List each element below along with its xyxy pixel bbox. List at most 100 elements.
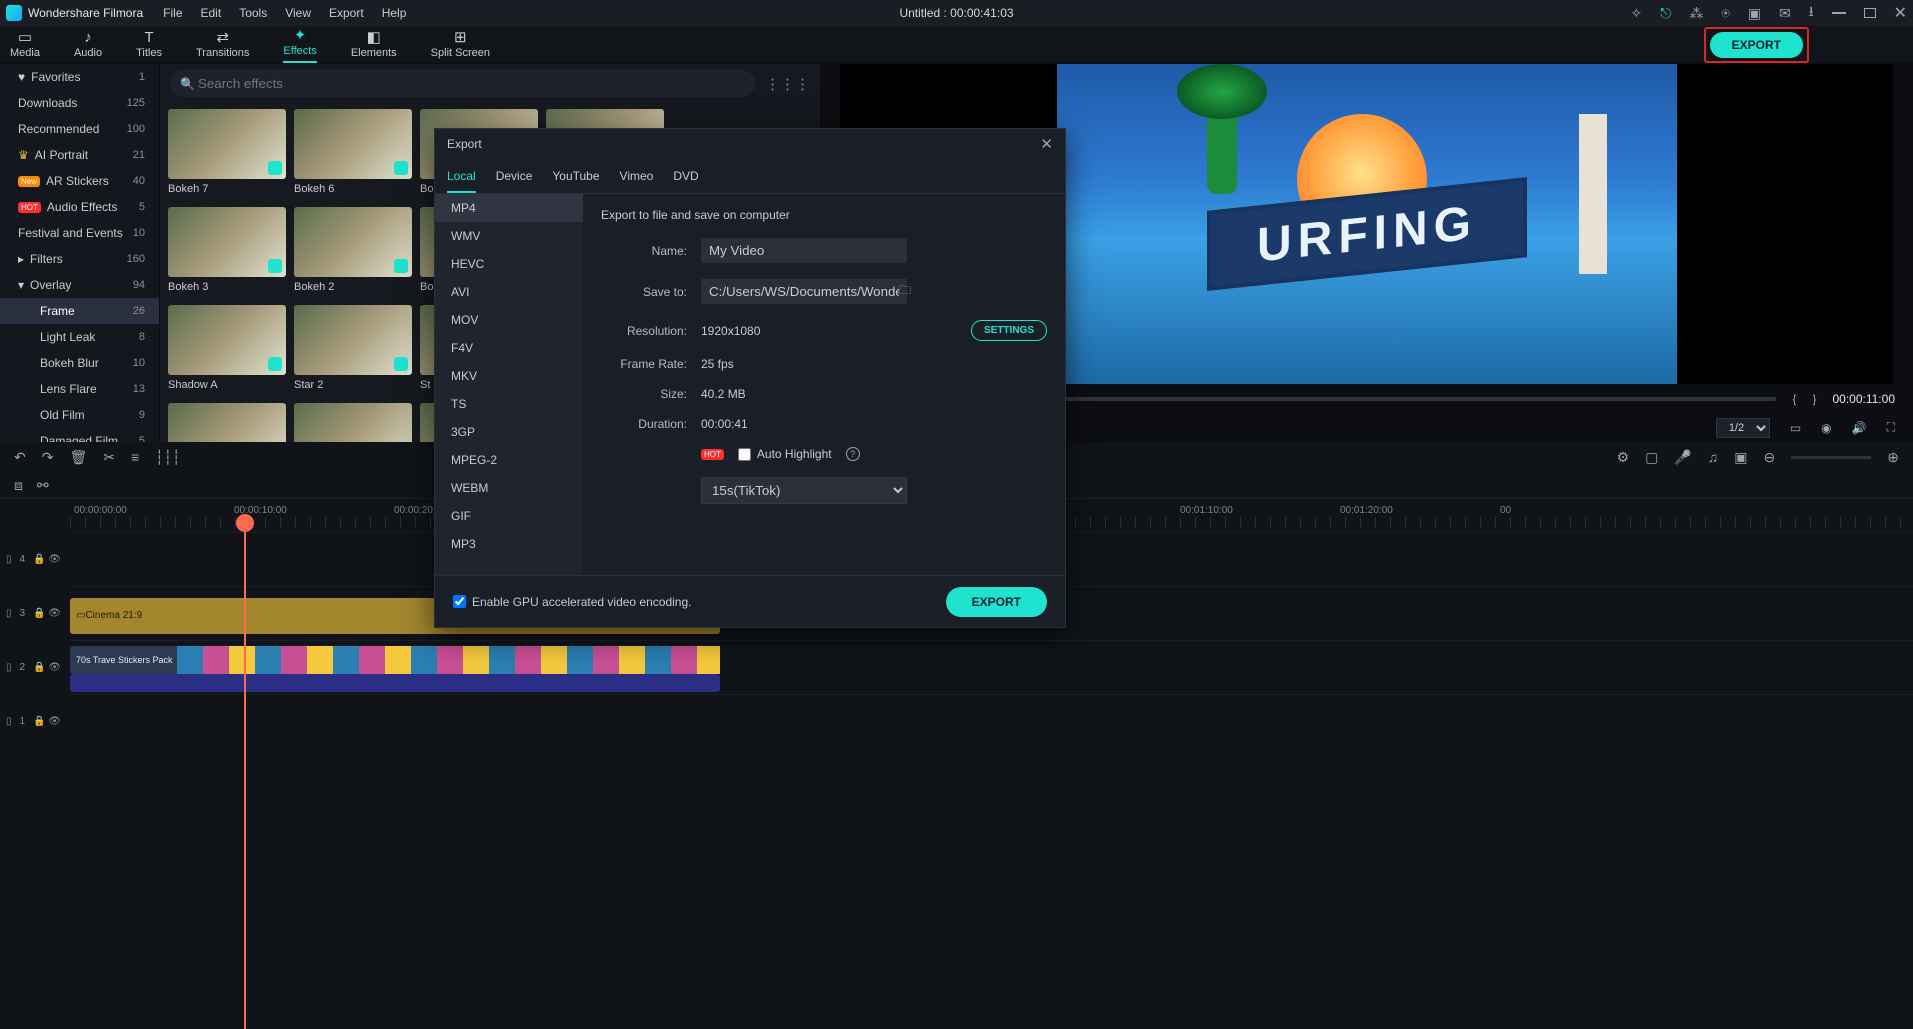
track-head[interactable]: ▯4 🔒 👁 — [0, 533, 66, 587]
format-mp4[interactable]: MP4 — [435, 194, 583, 222]
format-webm[interactable]: WEBM — [435, 474, 583, 502]
format-avi[interactable]: AVI — [435, 278, 583, 306]
effect-item[interactable] — [168, 403, 286, 442]
tab-elements[interactable]: ◧Elements — [351, 30, 397, 63]
modal-export-button[interactable]: EXPORT — [946, 587, 1047, 617]
saveto-input[interactable] — [701, 279, 907, 304]
download-icon[interactable] — [394, 357, 408, 371]
format-f4v[interactable]: F4V — [435, 334, 583, 362]
preview-zoom-select[interactable]: 1/2 — [1716, 418, 1770, 438]
music-icon[interactable]: ♫ — [1708, 449, 1719, 465]
sidebar-item-lens-flare[interactable]: Lens Flare13 — [0, 376, 159, 402]
effect-item[interactable] — [294, 403, 412, 442]
tab-splitscreen[interactable]: ⊞Split Screen — [431, 30, 490, 63]
format-mpeg-2[interactable]: MPEG-2 — [435, 446, 583, 474]
grid-view-icon[interactable]: ⋮⋮⋮ — [765, 75, 810, 93]
gpu-checkbox[interactable] — [453, 595, 466, 608]
menu-file[interactable]: File — [163, 6, 182, 20]
track-1[interactable]: ▯1 🔒 👁 — [70, 694, 1913, 748]
zoom-slider[interactable] — [1791, 456, 1871, 459]
format-ts[interactable]: TS — [435, 390, 583, 418]
mic-icon[interactable]: 🎤 — [1674, 449, 1691, 466]
export-button[interactable]: EXPORT — [1710, 32, 1803, 58]
save-icon[interactable]: ▣ — [1748, 5, 1761, 22]
clip-video[interactable]: 70s Trave Stickers Pack — [70, 646, 720, 674]
download-icon[interactable] — [394, 161, 408, 175]
audio-wave-icon[interactable]: ┆┆┆ — [155, 449, 180, 466]
modal-close-icon[interactable]: ✕ — [1040, 135, 1053, 153]
menu-edit[interactable]: Edit — [201, 6, 222, 20]
tab-audio[interactable]: ♪Audio — [74, 30, 102, 63]
search-input[interactable] — [170, 70, 755, 97]
sidebar-item-festival-and-events[interactable]: Festival and Events10 — [0, 220, 159, 246]
sidebar-item-damaged-film[interactable]: Damaged Film5 — [0, 428, 159, 442]
bracket-right-icon[interactable]: } — [1812, 392, 1816, 406]
link-icon[interactable]: ⚯ — [37, 477, 49, 494]
download-icon[interactable] — [394, 259, 408, 273]
redo-icon[interactable]: ↷ — [42, 449, 54, 466]
menu-export[interactable]: Export — [329, 6, 364, 20]
sidebar-item-ar-stickers[interactable]: NewAR Stickers40 — [0, 168, 159, 194]
format-mp3[interactable]: MP3 — [435, 530, 583, 558]
shield-icon[interactable]: ▢ — [1645, 449, 1658, 466]
sidebar-item-filters[interactable]: ▸Filters160 — [0, 246, 159, 272]
account-icon[interactable]: ⍟ — [1721, 5, 1729, 22]
effect-item[interactable]: Star 2 — [294, 305, 412, 397]
info-icon[interactable]: ? — [846, 447, 860, 461]
format-3gp[interactable]: 3GP — [435, 418, 583, 446]
format-wmv[interactable]: WMV — [435, 222, 583, 250]
message-icon[interactable]: ✉ — [1779, 5, 1791, 22]
sidebar-item-overlay[interactable]: ▾Overlay94 — [0, 272, 159, 298]
modal-tab-dvd[interactable]: DVD — [673, 163, 698, 193]
track-head[interactable]: ▯3 🔒 👁 — [0, 587, 66, 641]
snapshot-icon[interactable]: ◉ — [1821, 421, 1831, 435]
tab-media[interactable]: ▭Media — [10, 30, 40, 63]
bracket-left-icon[interactable]: { — [1792, 392, 1796, 406]
menu-tools[interactable]: Tools — [239, 6, 267, 20]
sidebar-item-recommended[interactable]: Recommended100 — [0, 116, 159, 142]
modal-tab-local[interactable]: Local — [447, 163, 476, 193]
effect-item[interactable]: Bokeh 6 — [294, 109, 412, 201]
crop-icon[interactable]: ▣ — [1734, 449, 1747, 466]
sidebar-item-downloads[interactable]: Downloads125 — [0, 90, 159, 116]
display-icon[interactable]: ▭ — [1790, 421, 1801, 435]
track-head[interactable]: ▯1 🔒 👁 — [0, 695, 66, 749]
modal-tab-youtube[interactable]: YouTube — [552, 163, 599, 193]
sidebar-item-frame[interactable]: Frame26 — [0, 298, 159, 324]
preset-select[interactable]: 15s(TikTok) — [701, 477, 907, 504]
format-gif[interactable]: GIF — [435, 502, 583, 530]
menu-view[interactable]: View — [285, 6, 311, 20]
adjust-icon[interactable]: ≡ — [131, 449, 139, 465]
support-icon[interactable]: ⎋ — [1660, 5, 1671, 22]
download-icon[interactable] — [268, 161, 282, 175]
sidebar-item-bokeh-blur[interactable]: Bokeh Blur10 — [0, 350, 159, 376]
idea-icon[interactable]: ✧ — [1631, 5, 1643, 22]
format-hevc[interactable]: HEVC — [435, 250, 583, 278]
window-minimize-icon[interactable] — [1832, 12, 1846, 14]
download-icon[interactable] — [268, 357, 282, 371]
snap-icon[interactable]: ⧈ — [14, 477, 23, 494]
effect-item[interactable]: Bokeh 7 — [168, 109, 286, 201]
folder-icon[interactable]: 🗀 — [899, 281, 911, 302]
undo-icon[interactable]: ↶ — [14, 449, 26, 466]
sidebar-item-ai-portrait[interactable]: ♛AI Portrait21 — [0, 142, 159, 168]
track-head[interactable]: ▯2 🔒 👁 — [0, 641, 66, 695]
sidebar-item-light-leak[interactable]: Light Leak8 — [0, 324, 159, 350]
modal-tab-device[interactable]: Device — [496, 163, 533, 193]
auto-highlight-checkbox[interactable] — [738, 448, 751, 461]
track-2[interactable]: ▯2 🔒 👁 70s Trave Stickers Pack — [70, 640, 1913, 694]
download-icon[interactable] — [268, 259, 282, 273]
clip-audio[interactable] — [70, 674, 720, 692]
window-close-icon[interactable]: ✕ — [1894, 3, 1907, 23]
sidebar-item-old-film[interactable]: Old Film9 — [0, 402, 159, 428]
fullscreen-icon[interactable]: ⛶ — [1887, 420, 1895, 435]
effect-item[interactable]: Shadow A — [168, 305, 286, 397]
format-mov[interactable]: MOV — [435, 306, 583, 334]
download-icon[interactable]: ⭳ — [1809, 1, 1814, 25]
settings-button[interactable]: SETTINGS — [971, 320, 1047, 341]
volume-icon[interactable]: 🔊 — [1852, 421, 1867, 435]
zoom-in-icon[interactable]: ⊕ — [1887, 449, 1899, 466]
delete-icon[interactable]: 🗑 — [69, 449, 87, 466]
sidebar-item-favorites[interactable]: ♥Favorites1 — [0, 64, 159, 90]
modal-tab-vimeo[interactable]: Vimeo — [620, 163, 654, 193]
